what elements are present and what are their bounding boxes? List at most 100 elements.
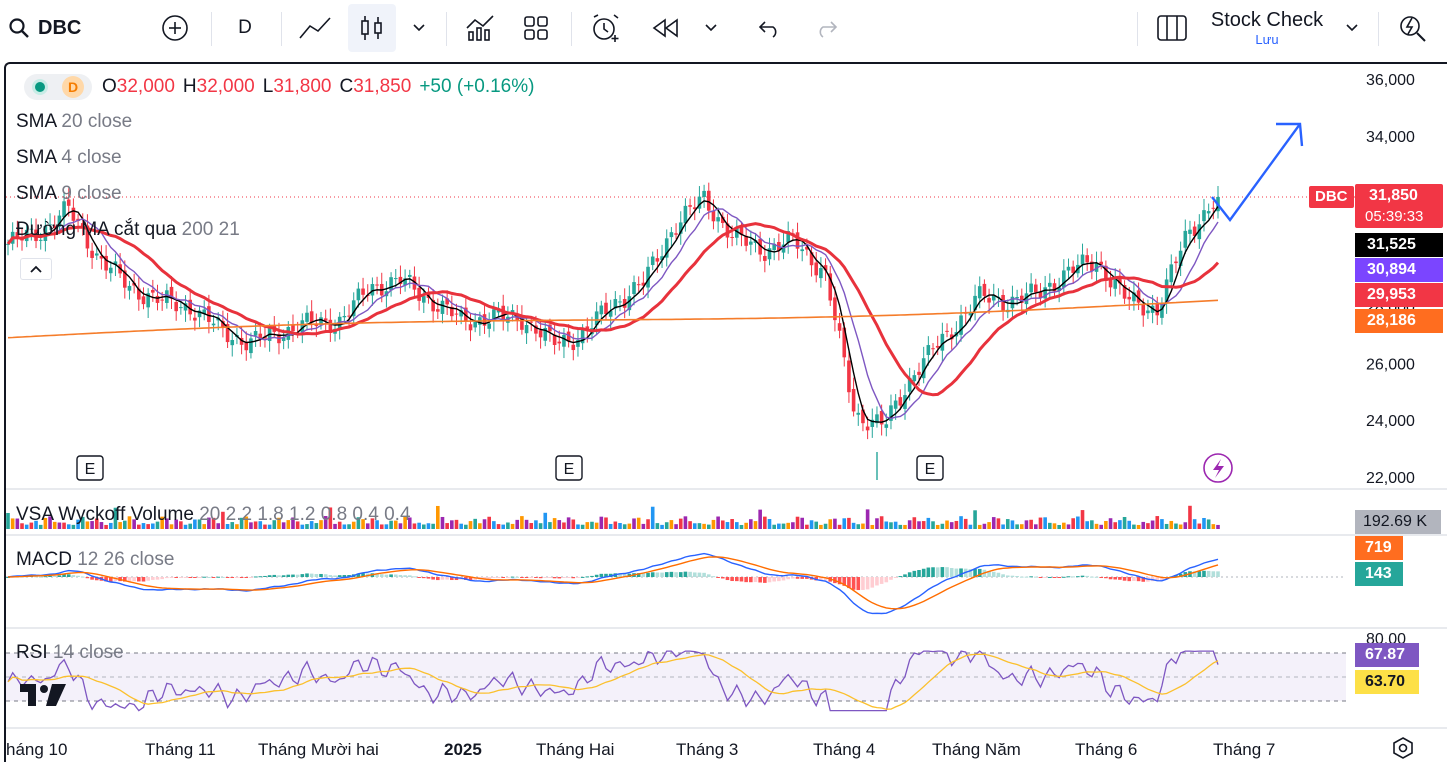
macd-hist-bar bbox=[940, 567, 945, 577]
volume-bar bbox=[496, 524, 501, 529]
macd-hist-bar bbox=[141, 577, 146, 582]
volume-bar bbox=[576, 524, 580, 529]
candle-body bbox=[421, 296, 426, 303]
macd-hist-bar bbox=[244, 577, 249, 578]
macd-hist-bar bbox=[861, 577, 865, 590]
volume-bar bbox=[1062, 522, 1066, 529]
macd-hist-bar bbox=[151, 577, 155, 580]
macd-hist-bar bbox=[1206, 570, 1211, 577]
macd-hist-bar bbox=[506, 577, 510, 578]
macd-hist-bar bbox=[585, 576, 590, 578]
time-axis-label: Tháng Năm bbox=[932, 740, 1021, 759]
volume-bar bbox=[557, 520, 562, 529]
volume-bar bbox=[1132, 524, 1136, 529]
macd-hist-bar bbox=[571, 577, 576, 579]
time-axis-label: Tháng 6 bbox=[1075, 740, 1137, 759]
volume-bar bbox=[1029, 519, 1033, 529]
volume-bar bbox=[454, 519, 459, 529]
macd-hist-bar bbox=[384, 574, 389, 577]
macd-hist-bar bbox=[580, 576, 585, 578]
macd-hist-bar bbox=[576, 577, 580, 578]
candle-body bbox=[436, 309, 440, 312]
macd-hist-bar bbox=[543, 577, 548, 578]
candle-body bbox=[1066, 266, 1071, 271]
settings-icon[interactable] bbox=[1392, 737, 1414, 764]
macd-hist-bar bbox=[1057, 577, 1061, 578]
volume-bar bbox=[879, 516, 884, 529]
volume-bar bbox=[655, 523, 660, 529]
macd-hist-bar bbox=[520, 577, 524, 578]
volume-bar bbox=[468, 521, 473, 529]
macd-hist-bar bbox=[1024, 576, 1029, 578]
macd-legend[interactable]: MACD 12 26 close bbox=[16, 549, 174, 571]
indicator-legend-ma-cross[interactable]: Đường MA cắt qua 200 21 bbox=[16, 219, 240, 241]
macd-hist-bar bbox=[183, 577, 188, 578]
volume-bar bbox=[870, 524, 875, 529]
macd-hist-bar bbox=[655, 572, 660, 577]
macd-hist-bar bbox=[660, 572, 664, 577]
candle-body bbox=[1080, 254, 1085, 265]
collapse-legend-button[interactable] bbox=[20, 258, 52, 280]
candle-body bbox=[538, 330, 543, 338]
volume-bar bbox=[861, 523, 865, 529]
tradingview-logo[interactable] bbox=[20, 684, 68, 713]
volume-bar bbox=[585, 522, 590, 529]
volume-legend[interactable]: VSA Wyckoff Volume 20 2.2 1.8 1.2 0.8 0.… bbox=[16, 504, 411, 526]
volume-bar bbox=[548, 522, 552, 529]
macd-hist-bar bbox=[1122, 577, 1127, 581]
macd-hist-bar bbox=[534, 577, 538, 578]
macd-hist-bar bbox=[996, 572, 1001, 577]
volume-bar bbox=[875, 518, 879, 529]
candle-body bbox=[249, 338, 253, 354]
macd-hist-bar bbox=[552, 577, 557, 579]
macd-hist-bar bbox=[417, 577, 421, 578]
volume-bar bbox=[636, 517, 641, 529]
volume-bar bbox=[510, 523, 515, 529]
low-value: 31,800 bbox=[273, 76, 332, 97]
macd-hist-bar bbox=[926, 567, 931, 577]
macd-hist-bar bbox=[1029, 576, 1033, 578]
volume-bar bbox=[1038, 517, 1043, 529]
macd-hist-bar bbox=[725, 577, 730, 581]
bar-countdown: 05:39:33 bbox=[1365, 208, 1424, 225]
volume-bar bbox=[1033, 524, 1038, 529]
indicator-legend-sma9[interactable]: SMA 9 close bbox=[16, 183, 122, 205]
volume-bar bbox=[1071, 518, 1075, 529]
volume-bar bbox=[744, 522, 748, 529]
chart-canvas[interactable]: 22,00024,00026,00028,00032,00034,00036,0… bbox=[0, 0, 1447, 762]
macd-hist-bar bbox=[702, 572, 706, 577]
volume-bar bbox=[543, 512, 548, 529]
candle-body bbox=[730, 236, 734, 238]
macd-hist-bar bbox=[870, 577, 875, 588]
macd-hist-bar bbox=[137, 577, 141, 582]
macd-hist-bar bbox=[1202, 570, 1206, 577]
time-axis-label: Tháng Mười hai bbox=[258, 740, 379, 759]
indicator-legend-sma20[interactable]: SMA 20 close bbox=[16, 111, 132, 133]
candle-body bbox=[207, 306, 211, 322]
macd-hist-bar bbox=[767, 577, 772, 583]
candle-body bbox=[524, 325, 529, 334]
candle-body bbox=[706, 190, 711, 211]
ma-tag-4: 28,186 bbox=[1355, 309, 1443, 333]
volume-bar bbox=[464, 524, 468, 529]
candle-body bbox=[926, 345, 931, 356]
candle-body bbox=[1146, 310, 1150, 314]
macd-hist-bar bbox=[1052, 577, 1057, 578]
macd-hist-bar bbox=[529, 577, 534, 578]
macd-hist-bar bbox=[193, 577, 197, 578]
candle-body bbox=[407, 274, 412, 277]
volume-bar bbox=[608, 523, 613, 529]
volume-bar bbox=[1024, 520, 1029, 529]
close-value: 31,850 bbox=[353, 76, 412, 97]
indicator-legend-sma4[interactable]: SMA 4 close bbox=[16, 147, 122, 169]
volume-bar bbox=[702, 523, 706, 529]
volume-bar bbox=[431, 523, 435, 529]
volume-bar bbox=[758, 509, 762, 529]
candle-body bbox=[151, 289, 155, 293]
rsi-ma-tag: 63.70 bbox=[1355, 670, 1419, 694]
candle-body bbox=[1033, 284, 1038, 293]
rsi-legend[interactable]: RSI 14 close bbox=[16, 642, 124, 664]
legend-badge[interactable]: D bbox=[24, 74, 92, 100]
macd-hist-bar bbox=[772, 577, 776, 582]
candle-body bbox=[1085, 255, 1089, 263]
